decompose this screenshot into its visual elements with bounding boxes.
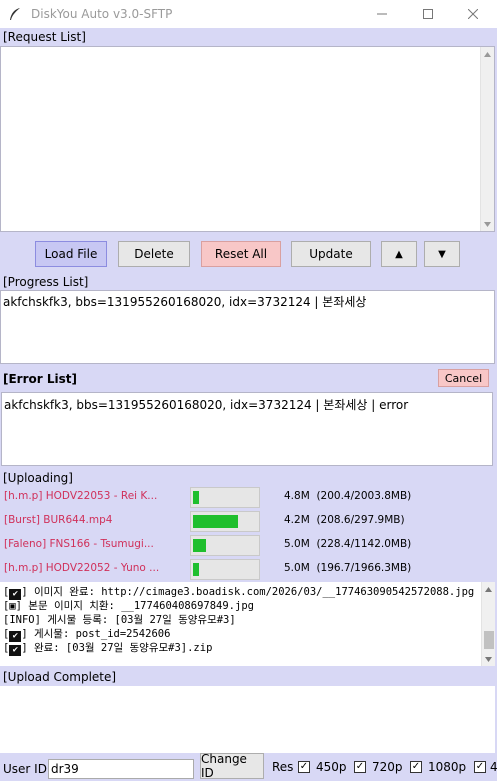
bottom-bar: User ID Change ID Res ✓ 450p ✓ 720p ✓ 10… <box>0 752 497 781</box>
feather-icon <box>10 8 20 20</box>
upload-size: 4.2M (208.6/297.9MB) <box>284 514 405 526</box>
scroll-down-icon[interactable] <box>482 652 495 666</box>
update-button[interactable]: Update <box>291 241 371 267</box>
minimize-icon[interactable] <box>362 0 402 28</box>
res-option-label: 720p <box>372 760 403 774</box>
maximize-icon[interactable] <box>408 0 448 28</box>
user-id-label: User ID <box>3 762 47 776</box>
change-id-button[interactable]: Change ID <box>200 752 264 780</box>
reset-all-button[interactable]: Reset All <box>201 241 281 267</box>
upload-row: [h.m.p] HODV22052 - Yuno ... 5.0M (196.7… <box>0 558 497 581</box>
title-bar: DiskYou Auto v3.0-SFTP <box>0 0 497 28</box>
upload-name: [Faleno] FNS166 - Tsumugi... <box>4 538 154 550</box>
res-option-label: 450p <box>316 760 347 774</box>
upload-size: 5.0M (196.7/1966.3MB) <box>284 562 412 574</box>
window-title: DiskYou Auto v3.0-SFTP <box>31 7 173 21</box>
upload-name: [h.m.p] HODV22053 - Rei K... <box>4 490 158 502</box>
upload-progress-bar <box>190 559 260 580</box>
scroll-up-icon[interactable] <box>481 47 494 61</box>
move-down-button[interactable]: ▼ <box>424 241 460 267</box>
res-450p-checkbox[interactable]: ✓ <box>298 761 310 773</box>
log-line: [✔] 완료: [03월 27일 동양유모#3].zip <box>3 642 213 656</box>
log-line: [▣] 본문 이미지 치환: __177460408697849.jpg <box>3 600 254 612</box>
res-option-label: 1080p <box>428 760 467 774</box>
list-item[interactable]: akfchskfk3, bbs=131955260168020, idx=373… <box>3 293 366 310</box>
upload-progress-bar <box>190 511 260 532</box>
upload-name: [Burst] BUR644.mp4 <box>4 514 113 526</box>
res-option-label: 4 <box>490 760 497 774</box>
upload-name: [h.m.p] HODV22052 - Yuno ... <box>4 562 160 574</box>
log-scrollbar[interactable] <box>481 582 495 666</box>
upload-progress-bar <box>190 535 260 556</box>
load-file-button[interactable]: Load File <box>35 241 107 267</box>
error-list-label: [Error List] <box>3 372 77 386</box>
user-id-input[interactable] <box>48 759 194 779</box>
res-720p-checkbox[interactable]: ✓ <box>354 761 366 773</box>
log-line: [INFO] 게시물 등록: [03월 27일 동양유모#3] <box>3 614 236 626</box>
res-label: Res <box>272 760 294 774</box>
upload-complete-listbox[interactable] <box>0 686 495 753</box>
request-listbox[interactable] <box>0 46 495 232</box>
upload-row: [Faleno] FNS166 - Tsumugi... 5.0M (228.4… <box>0 534 497 557</box>
request-list-label: [Request List] <box>2 30 87 44</box>
upload-row: [Burst] BUR644.mp4 4.2M (208.6/297.9MB) <box>0 510 497 533</box>
uploading-label: [Uploading] <box>2 471 74 485</box>
upload-size: 5.0M (228.4/1142.0MB) <box>284 538 412 550</box>
check-icon: ✔ <box>9 645 22 656</box>
upload-row: [h.m.p] HODV22053 - Rei K... 4.8M (200.4… <box>0 486 497 509</box>
scroll-up-icon[interactable] <box>482 582 495 596</box>
move-up-button[interactable]: ▲ <box>381 241 417 267</box>
scroll-down-icon[interactable] <box>481 217 494 231</box>
close-icon[interactable] <box>453 0 493 28</box>
request-list-scrollbar[interactable] <box>480 47 494 231</box>
progress-listbox[interactable]: akfchskfk3, bbs=131955260168020, idx=373… <box>0 290 495 364</box>
res-1080p-checkbox[interactable]: ✓ <box>410 761 422 773</box>
cancel-button[interactable]: Cancel <box>438 369 489 387</box>
error-listbox[interactable]: akfchskfk3, bbs=131955260168020, idx=373… <box>1 392 493 466</box>
progress-list-label: [Progress List] <box>2 275 90 289</box>
list-item[interactable]: akfchskfk3, bbs=131955260168020, idx=373… <box>4 396 408 413</box>
upload-size: 4.8M (200.4/2003.8MB) <box>284 490 412 502</box>
upload-complete-label: [Upload Complete] <box>2 670 118 684</box>
upload-progress-bar <box>190 487 260 508</box>
log-textbox[interactable]: [✔] 이미지 완료: http://cimage3.boadisk.com/2… <box>0 582 495 666</box>
res-4k-checkbox[interactable]: ✓ <box>474 761 486 773</box>
log-scroll-thumb[interactable] <box>484 631 494 649</box>
delete-button[interactable]: Delete <box>118 241 190 267</box>
